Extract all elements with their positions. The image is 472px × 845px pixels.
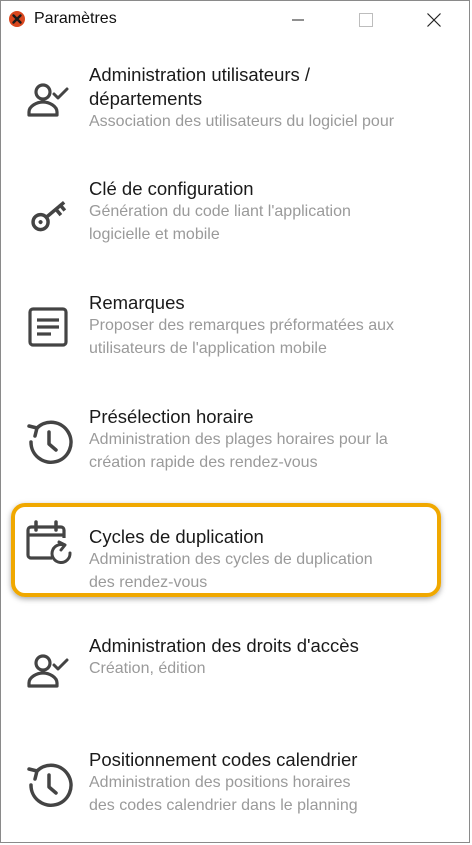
menu-item-label: Administration des droits d'accès	[89, 635, 359, 656]
minimize-button[interactable]	[275, 1, 321, 38]
menu-item-label: Clé de configuration	[89, 178, 254, 199]
menu-item-description: Association des utilisateurs du logiciel…	[89, 113, 395, 130]
close-button[interactable]	[411, 1, 457, 38]
menu-item-time-preselection[interactable]: Présélection horaire Administration des …	[9, 405, 437, 501]
menu-item-remarks[interactable]: Remarques Proposer des remarques préform…	[9, 291, 437, 387]
app-logo-icon	[9, 11, 25, 27]
menu-item-label: Positionnement codes calendrier	[89, 749, 358, 770]
menu-item-description: Proposer des remarques préformatées aux …	[89, 317, 395, 357]
menu-item-label: Administration utilisateurs / départemen…	[89, 64, 311, 109]
clock-history-icon	[27, 420, 73, 464]
menu-item-label: Remarques	[89, 292, 185, 313]
menu-item-duplication-cycles[interactable]: Cycles de duplication Administration des…	[11, 503, 441, 597]
window-title: Paramètres	[34, 10, 117, 27]
menu-item-label: Cycles de duplication	[89, 526, 264, 547]
close-icon	[427, 12, 441, 27]
menu-item-calendar-codes[interactable]: Positionnement codes calendrier Administ…	[9, 748, 437, 844]
menu-item-configuration-key[interactable]: Clé de configuration Génération du code …	[9, 177, 437, 273]
user-check-icon	[27, 83, 69, 117]
menu-item-description: Génération du code liant l'application l…	[89, 203, 351, 243]
minimize-icon	[292, 19, 304, 20]
menu-item-access-rights[interactable]: Administration des droits d'accès Créati…	[9, 634, 437, 730]
menu-item-label: Présélection horaire	[89, 406, 254, 427]
maximize-icon	[359, 12, 373, 27]
menu-item-description: Création, édition	[89, 660, 206, 677]
user-check-icon	[27, 654, 69, 688]
settings-window: Paramètres Administration utilisateurs /…	[0, 0, 470, 843]
calendar-repeat-icon	[26, 520, 72, 564]
notes-icon	[28, 307, 68, 347]
menu-item-description: Administration des cycles de duplication…	[89, 551, 373, 591]
key-icon	[31, 200, 67, 232]
menu-item-description: Administration des positions horaires de…	[89, 774, 358, 814]
title-bar[interactable]: Paramètres	[1, 1, 469, 38]
maximize-button[interactable]	[343, 1, 389, 38]
clock-history-icon	[27, 763, 73, 807]
menu-item-users-departments[interactable]: Administration utilisateurs / départemen…	[9, 63, 437, 159]
menu-item-description: Administration des plages horaires pour …	[89, 431, 388, 471]
